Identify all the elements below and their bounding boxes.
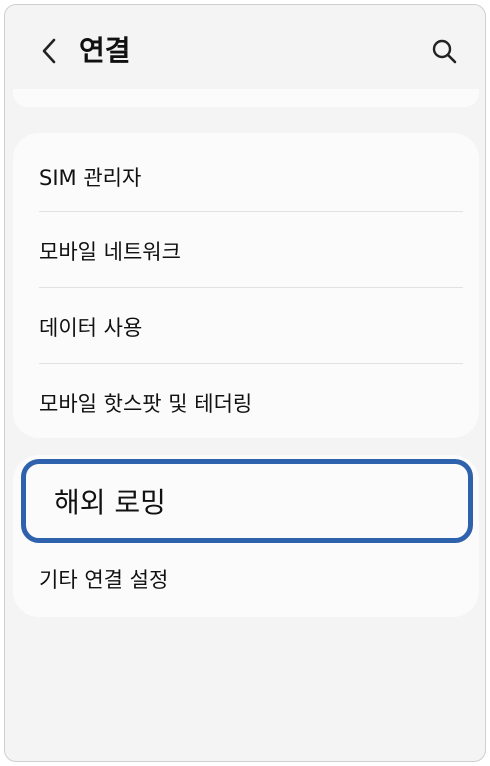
back-button[interactable]: [31, 31, 67, 71]
menu-item-data-usage[interactable]: 데이터 사용: [39, 289, 463, 365]
page-title: 연결: [79, 34, 131, 67]
previous-card-edge: [13, 89, 479, 107]
divider: [39, 363, 463, 364]
chevron-left-icon: [42, 38, 56, 64]
search-icon: [432, 39, 457, 64]
app-header: 연결: [5, 5, 485, 93]
menu-item-more-connection-settings[interactable]: 기타 연결 설정: [39, 549, 463, 609]
settings-screen: 연결 SIM 관리자 모바일 네트워크 데이터 사용 모바일 핫스팟 및 테더링…: [4, 4, 486, 762]
divider: [39, 287, 463, 288]
menu-item-hotspot-tethering[interactable]: 모바일 핫스팟 및 테더링: [39, 365, 463, 441]
connections-card: SIM 관리자 모바일 네트워크 데이터 사용 모바일 핫스팟 및 테더링: [13, 133, 479, 438]
menu-item-sim-manager[interactable]: SIM 관리자: [39, 139, 463, 215]
more-connections-card: 해외 로밍 기타 연결 설정: [13, 455, 479, 617]
search-button[interactable]: [425, 31, 463, 71]
menu-item-roaming[interactable]: 해외 로밍: [21, 459, 473, 543]
divider: [39, 211, 463, 212]
menu-item-mobile-network[interactable]: 모바일 네트워크: [39, 213, 463, 289]
